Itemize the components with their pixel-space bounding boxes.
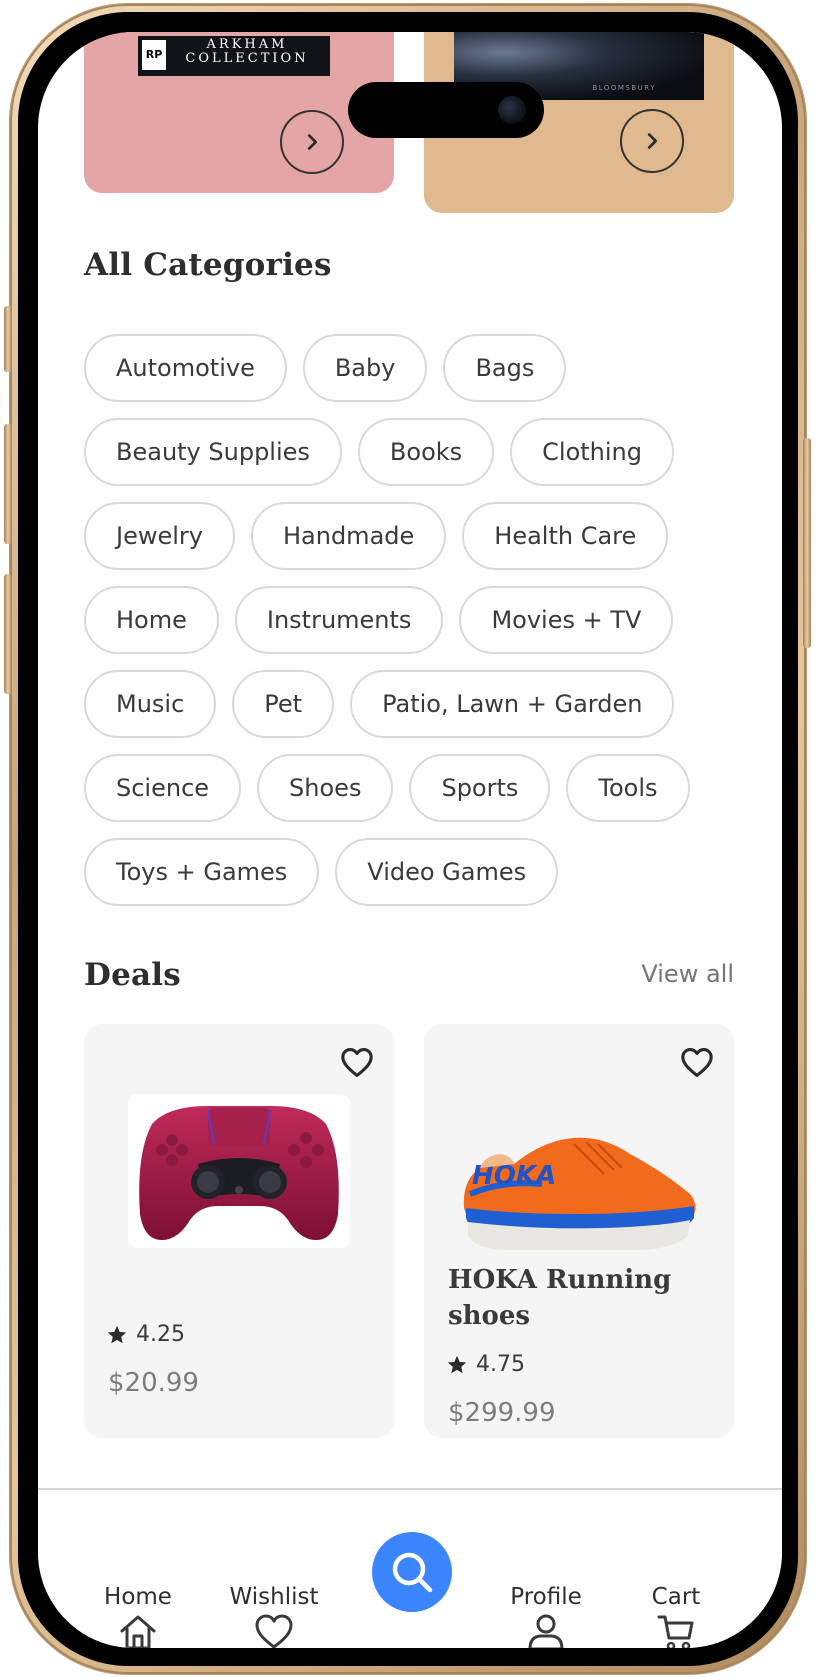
deals-heading: Deals — [84, 957, 181, 993]
category-chip-instruments[interactable]: Instruments — [234, 586, 444, 654]
deal-card[interactable]: 4.25 $20.99 — [84, 1024, 394, 1438]
rating-value: 4.75 — [476, 1352, 525, 1377]
view-all-link[interactable]: View all — [641, 960, 734, 988]
category-chip-health-care[interactable]: Health Care — [462, 502, 669, 570]
category-chip-shoes[interactable]: Shoes — [257, 754, 394, 822]
promo-brand-line-1: ARKHAM — [206, 37, 288, 52]
chip-row: Home Instruments Movies + TV — [84, 586, 744, 654]
category-chip-baby[interactable]: Baby — [302, 334, 428, 402]
category-chip-handmade[interactable]: Handmade — [250, 502, 447, 570]
category-chip-pet[interactable]: Pet — [232, 670, 335, 738]
category-chip-jewelry[interactable]: Jewelry — [84, 502, 235, 570]
nav-label-cart: Cart — [651, 1584, 701, 1610]
search-button[interactable] — [372, 1532, 452, 1612]
product-name: HOKA Running shoes — [448, 1265, 672, 1331]
home-icon — [120, 1615, 156, 1648]
category-chip-sports[interactable]: Sports — [409, 754, 551, 822]
category-chip-movies-tv[interactable]: Movies + TV — [459, 586, 674, 654]
side-button-right — [803, 438, 811, 648]
deal-card[interactable]: HOKA HOKA Running shoes 4.75 $299.99 — [424, 1024, 734, 1438]
chip-row: Jewelry Handmade Health Care — [84, 502, 744, 570]
promo-image-left: RP ARKHAM COLLECTION — [138, 36, 330, 76]
game-controller-icon — [139, 1106, 339, 1240]
rating-value: 4.25 — [136, 1322, 185, 1347]
chevron-right-icon — [647, 133, 658, 149]
user-icon — [528, 1614, 564, 1648]
star-icon — [447, 1355, 467, 1373]
categories-heading: All Categories — [84, 247, 332, 283]
promo-publisher: BLOOMSBURY — [592, 84, 656, 92]
nav-label-profile: Profile — [510, 1584, 582, 1610]
heart-icon[interactable] — [340, 1046, 374, 1078]
heart-icon — [255, 1614, 293, 1648]
side-button-left-2 — [4, 424, 12, 544]
product-image — [128, 1094, 350, 1248]
product-image: HOKA — [454, 1110, 704, 1250]
phone-screen: RP ARKHAM COLLECTION BLOOMSBURY All Cate… — [38, 32, 782, 1648]
chevron-right-icon — [307, 134, 318, 150]
category-chip-music[interactable]: Music — [84, 670, 217, 738]
search-icon — [392, 1552, 433, 1593]
category-chip-toys-games[interactable]: Toys + Games — [84, 838, 320, 906]
product-rating: 4.25 — [106, 1322, 185, 1347]
dynamic-island — [348, 82, 544, 138]
promo-next-button-left[interactable] — [280, 110, 344, 174]
side-button-left-3 — [4, 574, 12, 694]
category-chip-patio-lawn-garden[interactable]: Patio, Lawn + Garden — [350, 670, 675, 738]
promo-brand: ARKHAM COLLECTION — [172, 38, 322, 66]
nav-label-wishlist: Wishlist — [229, 1584, 319, 1610]
category-chip-tools[interactable]: Tools — [566, 754, 690, 822]
side-button-left-1 — [4, 306, 12, 372]
category-chip-video-games[interactable]: Video Games — [335, 838, 559, 906]
product-price: $299.99 — [448, 1398, 556, 1428]
category-chip-automotive[interactable]: Automotive — [84, 334, 287, 402]
heart-icon[interactable] — [680, 1046, 714, 1078]
product-price: $20.99 — [108, 1368, 199, 1398]
category-chips: Automotive Baby Bags Beauty Supplies Boo… — [84, 334, 744, 922]
category-chip-clothing[interactable]: Clothing — [510, 418, 674, 486]
star-icon — [107, 1325, 127, 1343]
chip-row: Music Pet Patio, Lawn + Garden — [84, 670, 744, 738]
cart-icon — [657, 1615, 694, 1648]
category-chip-bags[interactable]: Bags — [443, 334, 567, 402]
rating-badge: RP — [142, 40, 166, 70]
running-shoe-icon: HOKA — [463, 1137, 696, 1250]
chip-row: Toys + Games Video Games — [84, 838, 744, 906]
promo-brand-line-2: COLLECTION — [185, 51, 309, 66]
product-rating: 4.75 — [446, 1352, 525, 1377]
category-chip-science[interactable]: Science — [84, 754, 242, 822]
nav-label-home: Home — [104, 1584, 172, 1610]
chip-row: Science Shoes Sports Tools — [84, 754, 744, 822]
category-chip-books[interactable]: Books — [357, 418, 495, 486]
chip-row: Automotive Baby Bags — [84, 334, 744, 402]
bottom-nav: Home Wishlist Profile Cart — [38, 1490, 782, 1648]
category-chip-beauty-supplies[interactable]: Beauty Supplies — [84, 418, 342, 486]
category-chip-home[interactable]: Home — [84, 586, 219, 654]
camera-lens — [498, 96, 526, 124]
promo-next-button-right[interactable] — [620, 109, 684, 173]
chip-row: Beauty Supplies Books Clothing — [84, 418, 744, 486]
